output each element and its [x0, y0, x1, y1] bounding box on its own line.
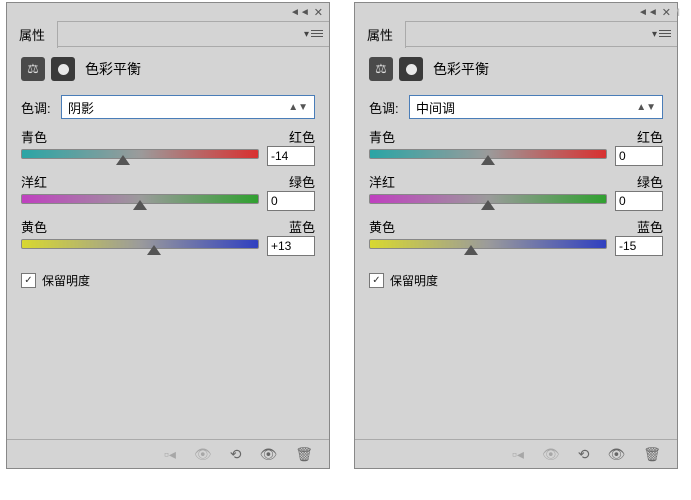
value-yellow-blue[interactable] [267, 236, 315, 256]
label-blue: 蓝色 [637, 217, 663, 236]
close-icon[interactable]: ✕ [314, 6, 323, 19]
balance-icon: ⚖ [369, 57, 393, 81]
tone-select[interactable]: 中间调▲▼ [409, 95, 663, 119]
clip-icon[interactable]: ▫◂ [512, 446, 524, 463]
panel-topbar: ◄◄ ✕ [7, 3, 329, 22]
value-yellow-blue[interactable] [615, 236, 663, 256]
slider-yellow-blue[interactable] [21, 237, 259, 255]
value-magenta-green[interactable] [267, 191, 315, 211]
clip-icon[interactable]: ▫◂ [164, 446, 176, 463]
value-magenta-green[interactable] [615, 191, 663, 211]
value-cyan-red[interactable] [615, 146, 663, 166]
label-yellow: 黄色 [369, 217, 395, 236]
slider-magenta-green[interactable] [369, 192, 607, 210]
close-icon[interactable]: ✕ [662, 6, 671, 19]
tab-properties[interactable]: 属性 [7, 21, 58, 48]
label-magenta: 洋红 [21, 172, 47, 191]
trash-icon[interactable]: 🗑 [295, 446, 313, 463]
panel-tabrow: 属性 ▾ [7, 22, 329, 47]
eye-prev-icon[interactable]: 👁 [542, 446, 560, 463]
preserve-luminosity-checkbox[interactable]: ✓ [369, 273, 384, 288]
tone-label: 色调: [369, 98, 409, 117]
panel-footer: ▫◂ 👁 ⟲ 👁 🗑 [355, 439, 677, 468]
visibility-icon[interactable]: 👁 [607, 446, 625, 463]
properties-panel-left: ◄◄ ✕ 属性 ▾ ⚖ 色彩平衡 色调: 阴影▲▼ 青色 红色 洋红 绿色 [6, 2, 330, 469]
mask-icon [399, 57, 423, 81]
panel-menu-icon[interactable]: ▾ [652, 29, 671, 40]
panel-footer: ▫◂ 👁 ⟲ 👁 🗑 [7, 439, 329, 468]
balance-icon: ⚖ [21, 57, 45, 81]
label-green: 绿色 [637, 172, 663, 191]
slider-magenta-green[interactable] [21, 192, 259, 210]
chevron-down-icon: ▲▼ [288, 102, 308, 113]
tone-label: 色调: [21, 98, 61, 117]
chevron-down-icon: ▲▼ [636, 102, 656, 113]
preserve-luminosity-label: 保留明度 [42, 272, 90, 289]
adjustment-title: 色彩平衡 [85, 59, 141, 79]
preserve-luminosity-checkbox[interactable]: ✓ [21, 273, 36, 288]
reset-icon[interactable]: ⟲ [230, 446, 242, 463]
mask-icon [51, 57, 75, 81]
label-red: 红色 [289, 127, 315, 146]
panel-tabrow: 属性 ▾ [355, 22, 677, 47]
label-cyan: 青色 [369, 127, 395, 146]
collapse-icon[interactable]: ◄◄ [638, 7, 658, 18]
collapse-icon[interactable]: ◄◄ [290, 7, 310, 18]
trash-icon[interactable]: 🗑 [643, 446, 661, 463]
properties-panel-right: ◄◄ ✕ 属性 ▾ ⚖ 色彩平衡 色调: 中间调▲▼ 青色 红色 洋红 绿色 [354, 2, 678, 469]
adjustment-title: 色彩平衡 [433, 59, 489, 79]
label-red: 红色 [637, 127, 663, 146]
label-magenta: 洋红 [369, 172, 395, 191]
label-blue: 蓝色 [289, 217, 315, 236]
tab-properties[interactable]: 属性 [355, 21, 406, 48]
label-green: 绿色 [289, 172, 315, 191]
reset-icon[interactable]: ⟲ [578, 446, 590, 463]
label-cyan: 青色 [21, 127, 47, 146]
preserve-luminosity-label: 保留明度 [390, 272, 438, 289]
panel-menu-icon[interactable]: ▾ [304, 29, 323, 40]
slider-cyan-red[interactable] [21, 147, 259, 165]
eye-prev-icon[interactable]: 👁 [194, 446, 212, 463]
slider-yellow-blue[interactable] [369, 237, 607, 255]
panel-topbar: ◄◄ ✕ [355, 3, 677, 22]
visibility-icon[interactable]: 👁 [259, 446, 277, 463]
tone-select[interactable]: 阴影▲▼ [61, 95, 315, 119]
label-yellow: 黄色 [21, 217, 47, 236]
value-cyan-red[interactable] [267, 146, 315, 166]
slider-cyan-red[interactable] [369, 147, 607, 165]
